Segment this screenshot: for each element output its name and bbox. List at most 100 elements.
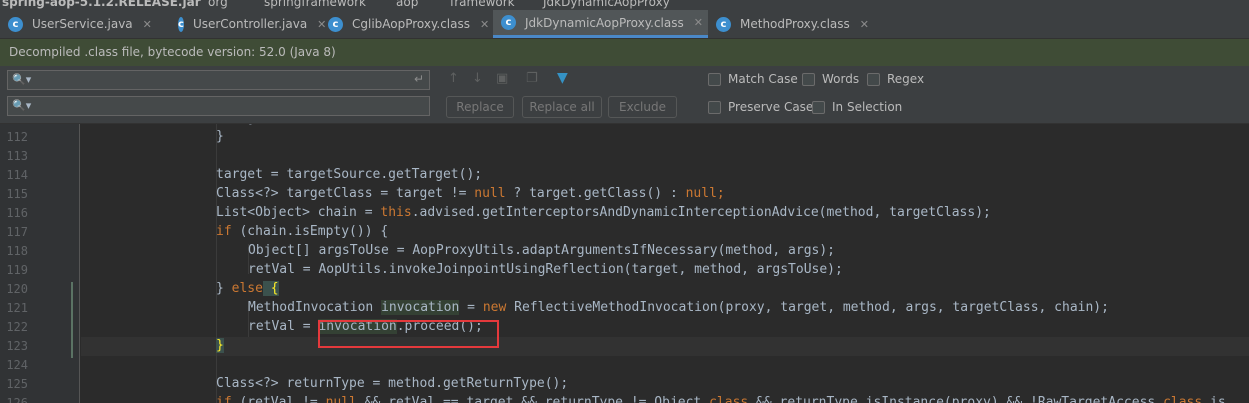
- code-token: List<Object> chain =: [216, 205, 381, 220]
- code-token: && returnType.isInstance(proxy) && !RawT…: [748, 395, 1164, 403]
- exclude-button[interactable]: Exclude: [608, 96, 677, 118]
- code-token: ? target.getClass() :: [505, 186, 686, 201]
- preserve-case-checkbox[interactable]: Preserve Case: [708, 100, 813, 114]
- line-number: 111: [0, 124, 28, 126]
- code-editor[interactable]: 111 112 113 114 115 116 117 118 119 120 …: [0, 124, 1249, 403]
- in-selection-label: In Selection: [832, 100, 903, 114]
- breadcrumb-jar[interactable]: spring-aop-5.1.2.RELEASE.jar: [2, 0, 201, 9]
- close-icon[interactable]: ✕: [480, 18, 489, 31]
- tab-userservice[interactable]: c UserService.java ✕: [0, 10, 170, 38]
- indent-guide: [216, 124, 217, 403]
- matched-brace: {: [262, 281, 279, 296]
- code-keyword: null: [325, 395, 357, 403]
- breadcrumb-springframework[interactable]: springframework: [264, 0, 366, 9]
- regex-label: Regex: [887, 72, 925, 86]
- search-icon[interactable]: 🔍▾: [12, 99, 31, 112]
- tab-cglibaopproxy[interactable]: c CglibAopProxy.class ✕: [320, 10, 493, 38]
- in-selection-checkbox[interactable]: In Selection: [812, 100, 902, 114]
- code-keyword: new: [482, 300, 507, 315]
- breadcrumb: spring-aop-5.1.2.RELEASE.jar org springf…: [0, 0, 1249, 10]
- regex-checkbox[interactable]: Regex: [867, 72, 924, 86]
- words-label: Words: [822, 72, 860, 86]
- code-line: List<Object> chain = this.advised.getInt…: [216, 205, 991, 220]
- line-number: 124: [6, 358, 28, 372]
- code-keyword: null: [474, 186, 506, 201]
- code-token: .is: [1202, 395, 1226, 403]
- line-number: 116: [6, 206, 28, 220]
- line-number: 113: [6, 149, 28, 163]
- checkbox-box[interactable]: [812, 100, 825, 114]
- code-line: Class<?> returnType = method.getReturnTy…: [216, 376, 569, 391]
- next-occurrence-icon[interactable]: ↓: [472, 71, 483, 86]
- line-number: 121: [6, 301, 28, 315]
- code-token: }: [216, 281, 232, 296]
- match-case-label: Match Case: [728, 72, 798, 86]
- line-number: 115: [6, 187, 28, 201]
- replace-input[interactable]: [38, 98, 408, 114]
- line-number: 123: [6, 339, 28, 353]
- search-input[interactable]: [38, 72, 408, 88]
- newline-icon[interactable]: ↵: [414, 72, 424, 86]
- code-keyword: this: [380, 205, 412, 220]
- code-keyword: if: [216, 395, 232, 403]
- class-icon: c: [178, 16, 184, 32]
- close-icon[interactable]: ✕: [860, 18, 869, 31]
- code-line: }: [216, 338, 224, 353]
- breadcrumb-class[interactable]: JdkDynamicAopProxy: [543, 0, 670, 9]
- filter-icon[interactable]: ▼: [557, 70, 568, 86]
- search-field[interactable]: 🔍▾ ↵: [7, 70, 430, 90]
- checkbox-box[interactable]: [708, 100, 721, 114]
- line-number: 125: [6, 377, 28, 391]
- identifier-highlight: invocation: [381, 300, 460, 315]
- decompiled-banner: Decompiled .class file, bytecode version…: [0, 39, 1249, 66]
- editor-tab-bar: c UserService.java ✕ c UserController.ja…: [0, 10, 1249, 39]
- checkbox-box[interactable]: [867, 72, 880, 86]
- breadcrumb-framework[interactable]: framework: [450, 0, 515, 9]
- select-all-occurrences-icon[interactable]: ▣: [496, 71, 508, 86]
- replace-field[interactable]: 🔍▾: [7, 96, 430, 116]
- line-number: 118: [6, 244, 28, 258]
- tab-usercontroller[interactable]: c UserController.java ✕: [170, 10, 326, 38]
- code-line: retVal = AopUtils.invokeJoinpointUsingRe…: [248, 262, 843, 277]
- line-number: 119: [6, 263, 28, 277]
- code-keyword: if: [216, 224, 232, 239]
- close-icon[interactable]: ✕: [694, 16, 703, 29]
- replace-button[interactable]: Replace: [446, 96, 514, 118]
- checkbox-box[interactable]: [802, 72, 815, 86]
- line-number: 126: [6, 396, 28, 403]
- class-icon: c: [716, 16, 731, 32]
- code-keyword: class: [1163, 395, 1203, 403]
- words-checkbox[interactable]: Words: [802, 72, 859, 86]
- change-marker[interactable]: [71, 282, 73, 358]
- code-line: if (chain.isEmpty()) {: [216, 224, 388, 239]
- code-keyword: else: [231, 281, 263, 296]
- close-icon[interactable]: ✕: [143, 18, 152, 31]
- line-number-gutter: 111 112 113 114 115 116 117 118 119 120 …: [0, 124, 80, 403]
- tab-jdkdynamicaopproxy[interactable]: c JdkDynamicAopProxy.class ✕: [493, 10, 708, 38]
- search-icon[interactable]: 🔍▾: [12, 73, 31, 86]
- breadcrumb-aop[interactable]: aop: [396, 0, 418, 9]
- line-number: 117: [6, 225, 28, 239]
- tab-label: CglibAopProxy.class: [352, 17, 471, 31]
- code-token: (chain.isEmpty()) {: [231, 224, 389, 239]
- match-case-checkbox[interactable]: Match Case: [708, 72, 798, 86]
- code-line: }: [216, 129, 224, 144]
- code-line: Object[] argsToUse = AopProxyUtils.adapt…: [248, 243, 835, 258]
- code-line: target = targetSource.getTarget();: [216, 167, 483, 182]
- code-token: =: [459, 300, 483, 315]
- previous-occurrence-icon[interactable]: ↑: [448, 71, 459, 86]
- tab-methodproxy[interactable]: c MethodProxy.class ✕: [708, 10, 878, 38]
- find-replace-bar: 🔍▾ ↵ 🔍▾ ↑ ↓ ▣ ❐ ▼ Replace Replace all Ex…: [0, 66, 1249, 124]
- code-line: MethodInvocation invocation = new Reflec…: [248, 300, 1109, 315]
- code-keyword: class: [709, 395, 749, 403]
- current-line-highlight: [81, 337, 1249, 356]
- checkbox-box[interactable]: [708, 72, 721, 86]
- breadcrumb-org[interactable]: org: [208, 0, 228, 9]
- code-line: if (retVal != null && retVal == target &…: [216, 395, 1226, 403]
- add-occurrence-icon[interactable]: ❐: [526, 71, 538, 86]
- tab-label: UserController.java: [192, 17, 308, 31]
- code-token: MethodInvocation: [248, 300, 382, 315]
- replace-all-button[interactable]: Replace all: [522, 96, 602, 118]
- code-token: ;: [716, 186, 725, 201]
- code-line: Class<?> targetClass = target != null ? …: [216, 186, 725, 201]
